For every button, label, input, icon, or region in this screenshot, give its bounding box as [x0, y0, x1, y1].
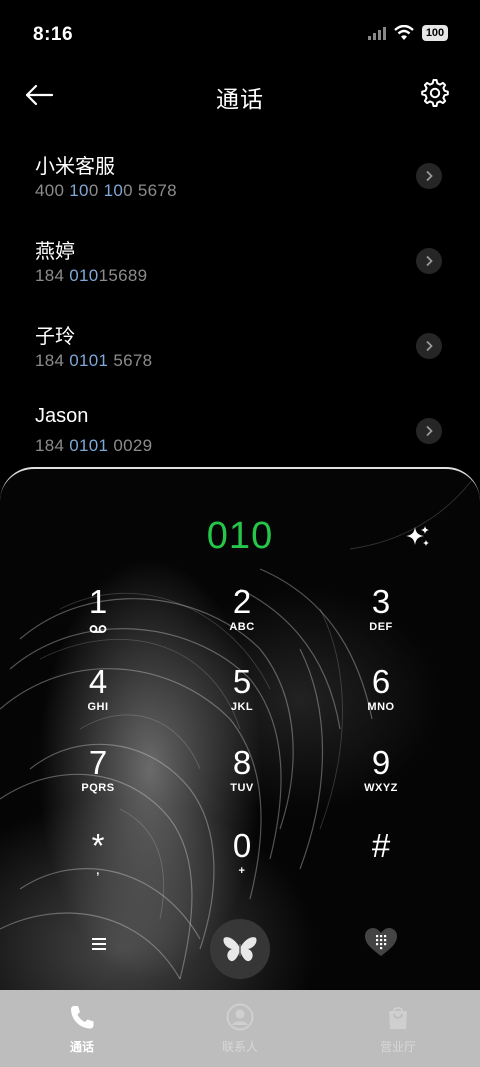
- key-digit: 8: [232, 744, 252, 781]
- key-6[interactable]: 6 MNO: [326, 664, 436, 734]
- gear-icon: [421, 79, 449, 107]
- contact-number: 184 0101 0029: [35, 436, 153, 455]
- contact-list: 小米客服 400 100 100 5678 燕婷 184 01015689 子玲…: [0, 132, 480, 472]
- bottom-tab-bar: 通话 联系人 营业厅: [0, 990, 480, 1067]
- key-digit: 4: [88, 663, 108, 700]
- contact-detail-button[interactable]: [416, 163, 442, 189]
- menu-icon: [92, 938, 106, 950]
- contact-item[interactable]: 燕婷 184 01015689: [0, 217, 480, 302]
- tab-label: 通话: [69, 1040, 94, 1054]
- ai-assist-button[interactable]: [404, 523, 432, 551]
- contact-detail-button[interactable]: [416, 248, 442, 274]
- chevron-right-icon: [426, 170, 433, 182]
- contact-number: 184 0101 5678: [35, 351, 153, 370]
- tab-calls[interactable]: 通话: [32, 1002, 132, 1055]
- battery-icon: 100: [422, 25, 448, 41]
- key-4[interactable]: 4 GHI: [43, 664, 153, 734]
- app-header: 通话: [0, 70, 480, 120]
- contact-number: 400 100 100 5678: [35, 181, 177, 200]
- tab-label: 联系人: [221, 1040, 258, 1054]
- tab-label: 营业厅: [379, 1040, 416, 1054]
- key-letters: GHI: [87, 701, 109, 713]
- key-letters: MNO: [367, 701, 395, 713]
- contact-detail-button[interactable]: [416, 418, 442, 444]
- battery-level: 100: [425, 27, 445, 39]
- key-letters: JKL: [230, 701, 254, 713]
- key-9[interactable]: 9 WXYZ: [326, 745, 436, 815]
- status-icons: 100: [368, 25, 448, 41]
- key-letters: WXYZ: [364, 782, 398, 794]
- key-7[interactable]: 7 PQRS: [43, 745, 153, 815]
- chevron-right-icon: [426, 425, 433, 437]
- key-digit: 3: [371, 583, 391, 620]
- contact-name: Jason: [35, 405, 89, 427]
- key-5[interactable]: 5 JKL: [187, 664, 297, 734]
- phone-icon: [71, 1006, 94, 1029]
- chevron-right-icon: [426, 255, 433, 267]
- key-2[interactable]: 2 ABC: [187, 584, 297, 654]
- key-digit: #: [371, 827, 391, 864]
- contact-number: 184 01015689: [35, 266, 148, 285]
- tab-contacts[interactable]: 联系人: [190, 1002, 290, 1055]
- key-digit: 6: [371, 663, 391, 700]
- key-digit: *: [91, 827, 105, 864]
- contact-name: 燕婷: [35, 241, 75, 263]
- contact-name: 子玲: [35, 326, 75, 348]
- menu-button[interactable]: [84, 929, 114, 959]
- key-digit: 0: [232, 827, 252, 864]
- person-icon: [226, 1003, 254, 1031]
- key-letters: ,: [96, 865, 100, 877]
- status-time: 8:16: [33, 24, 74, 45]
- key-8[interactable]: 8 TUV: [187, 745, 297, 815]
- key-hash[interactable]: #: [326, 828, 436, 898]
- sparkle-icon: [406, 526, 429, 546]
- settings-button[interactable]: [420, 78, 450, 108]
- key-digit: 7: [88, 744, 108, 781]
- key-letters: PQRS: [81, 782, 115, 794]
- contact-item[interactable]: 子玲 184 0101 5678: [0, 302, 480, 387]
- key-3[interactable]: 3 DEF: [326, 584, 436, 654]
- contact-item[interactable]: 小米客服 400 100 100 5678: [0, 132, 480, 217]
- tab-service-hall[interactable]: 营业厅: [348, 1002, 448, 1055]
- key-letters: ABC: [229, 621, 255, 633]
- key-letters: DEF: [369, 621, 393, 633]
- key-digit: 5: [232, 663, 252, 700]
- key-star[interactable]: * ,: [43, 828, 153, 898]
- key-digit: 2: [232, 583, 252, 620]
- contact-item[interactable]: Jason 184 0101 0029: [0, 387, 480, 472]
- key-digit: 9: [371, 744, 391, 781]
- butterfly-icon: [223, 937, 257, 962]
- contact-name: 小米客服: [35, 156, 115, 178]
- dialpad-panel: 010 1 2 ABC 3 DEF 4 GHI 5 JKL 6 MNO 7 PQ…: [0, 467, 480, 992]
- key-letters: TUV: [230, 782, 254, 794]
- dialpad-actions: [0, 919, 480, 979]
- chevron-right-icon: [426, 340, 433, 352]
- signal-icon: [368, 27, 386, 40]
- key-1[interactable]: 1: [43, 584, 153, 654]
- hide-keypad-button[interactable]: [364, 925, 398, 959]
- key-digit: 1: [88, 583, 108, 620]
- status-bar: 8:16 100: [0, 0, 480, 66]
- contact-detail-button[interactable]: [416, 333, 442, 359]
- key-letters: +: [238, 865, 246, 877]
- key-0[interactable]: 0 +: [187, 828, 297, 898]
- page-title: 通话: [216, 86, 264, 112]
- wifi-icon: [394, 25, 414, 40]
- call-button[interactable]: [210, 919, 270, 979]
- keypad-icon: [365, 928, 397, 956]
- voicemail-icon: [89, 625, 107, 633]
- bag-icon: [389, 1007, 407, 1029]
